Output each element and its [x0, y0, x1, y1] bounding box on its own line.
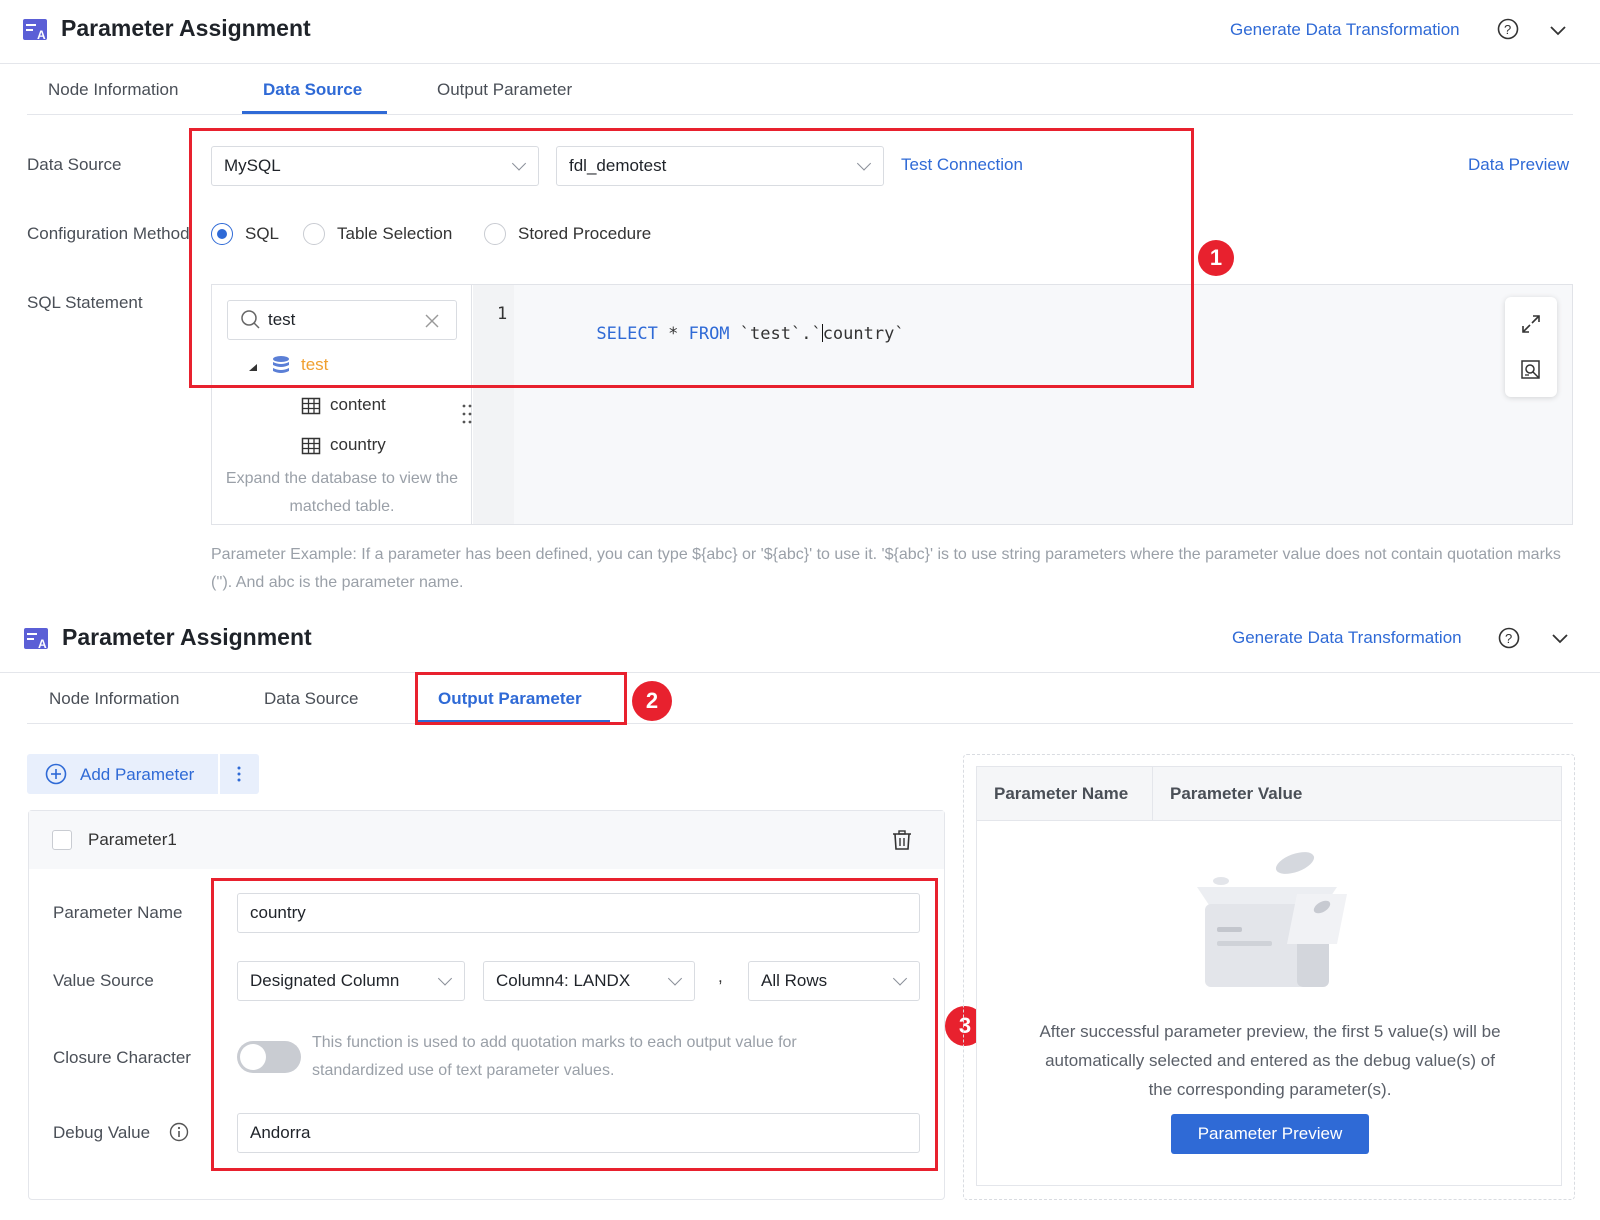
- preview-table: Parameter Name Parameter Value After suc…: [976, 766, 1562, 1186]
- tree-table-item[interactable]: content: [330, 395, 386, 415]
- svg-text:A: A: [38, 637, 47, 651]
- generate-transformation-link[interactable]: Generate Data Transformation: [1230, 20, 1460, 40]
- debug-value-label: Debug Value: [53, 1123, 151, 1142]
- svg-text:?: ?: [1504, 22, 1511, 37]
- chevron-down-icon[interactable]: [1548, 20, 1568, 40]
- sql-statement-label: SQL Statement: [27, 293, 143, 312]
- more-vertical-icon[interactable]: [233, 763, 245, 785]
- expand-icon[interactable]: [1520, 313, 1542, 335]
- data-source-label: Data Source: [27, 155, 122, 174]
- parameter-header-name: Parameter1: [88, 830, 177, 849]
- table-icon: [301, 396, 321, 416]
- header-column-divider: [1152, 767, 1153, 821]
- table-icon: [301, 436, 321, 456]
- tab-data-source[interactable]: Data Source: [264, 689, 359, 709]
- configuration-method-label: Configuration Method: [27, 224, 190, 243]
- panel-bottom: A Parameter Assignment Generate Data Tra…: [0, 608, 1600, 1220]
- svg-text:A: A: [37, 28, 46, 42]
- panel-title: Parameter Assignment: [62, 624, 312, 650]
- parameter-example-hint: Parameter Example: If a parameter has be…: [211, 546, 1561, 591]
- node-icon: A: [23, 625, 49, 651]
- empty-box-illustration: [1187, 849, 1347, 994]
- tabs-divider: [27, 723, 1573, 724]
- editor-toolbar: [1505, 297, 1557, 397]
- help-circle-icon[interactable]: ?: [1498, 627, 1520, 649]
- node-icon: A: [22, 16, 48, 42]
- closure-character-label: Closure Character: [53, 1048, 191, 1067]
- header-divider: [0, 63, 1600, 64]
- resize-handle-icon[interactable]: [462, 403, 472, 425]
- parameter-name-label: Parameter Name: [53, 903, 183, 922]
- panel-title: Parameter Assignment: [61, 15, 311, 41]
- annotation-box-1: [189, 128, 1194, 388]
- column-header-parameter-value: Parameter Value: [1170, 784, 1303, 803]
- parameter-checkbox[interactable]: [52, 830, 72, 850]
- empty-state-text: After successful parameter preview, the …: [1039, 1022, 1501, 1099]
- tab-output-parameter[interactable]: Output Parameter: [437, 80, 572, 100]
- chevron-down-icon[interactable]: [1550, 628, 1570, 648]
- panel-top: A Parameter Assignment Generate Data Tra…: [0, 0, 1600, 600]
- info-icon[interactable]: [169, 1122, 189, 1142]
- add-parameter-label[interactable]: Add Parameter: [80, 765, 194, 785]
- column-header-parameter-name: Parameter Name: [994, 784, 1129, 803]
- tree-table-item[interactable]: country: [330, 435, 386, 455]
- tree-hint: Expand the database to view the matched …: [225, 470, 459, 515]
- header-divider: [0, 672, 1600, 673]
- format-icon[interactable]: [1520, 359, 1542, 381]
- button-divider: [218, 754, 220, 794]
- value-source-label: Value Source: [53, 971, 154, 990]
- annotation-box-3: [211, 878, 938, 1171]
- generate-transformation-link[interactable]: Generate Data Transformation: [1232, 628, 1462, 648]
- tab-node-information[interactable]: Node Information: [49, 689, 179, 709]
- tabs-divider: [27, 114, 1573, 115]
- tab-data-source[interactable]: Data Source: [263, 80, 362, 100]
- parameter-preview-button[interactable]: Parameter Preview: [1171, 1114, 1369, 1154]
- annotation-badge-2: 2: [632, 681, 672, 721]
- add-circle-icon: [45, 763, 67, 785]
- tab-node-information[interactable]: Node Information: [48, 80, 178, 100]
- annotation-box-2: [415, 672, 627, 725]
- svg-text:?: ?: [1505, 631, 1512, 646]
- data-preview-link[interactable]: Data Preview: [1468, 155, 1569, 175]
- annotation-badge-1: 1: [1198, 240, 1234, 276]
- help-circle-icon[interactable]: ?: [1497, 18, 1519, 40]
- trash-icon[interactable]: [891, 829, 913, 851]
